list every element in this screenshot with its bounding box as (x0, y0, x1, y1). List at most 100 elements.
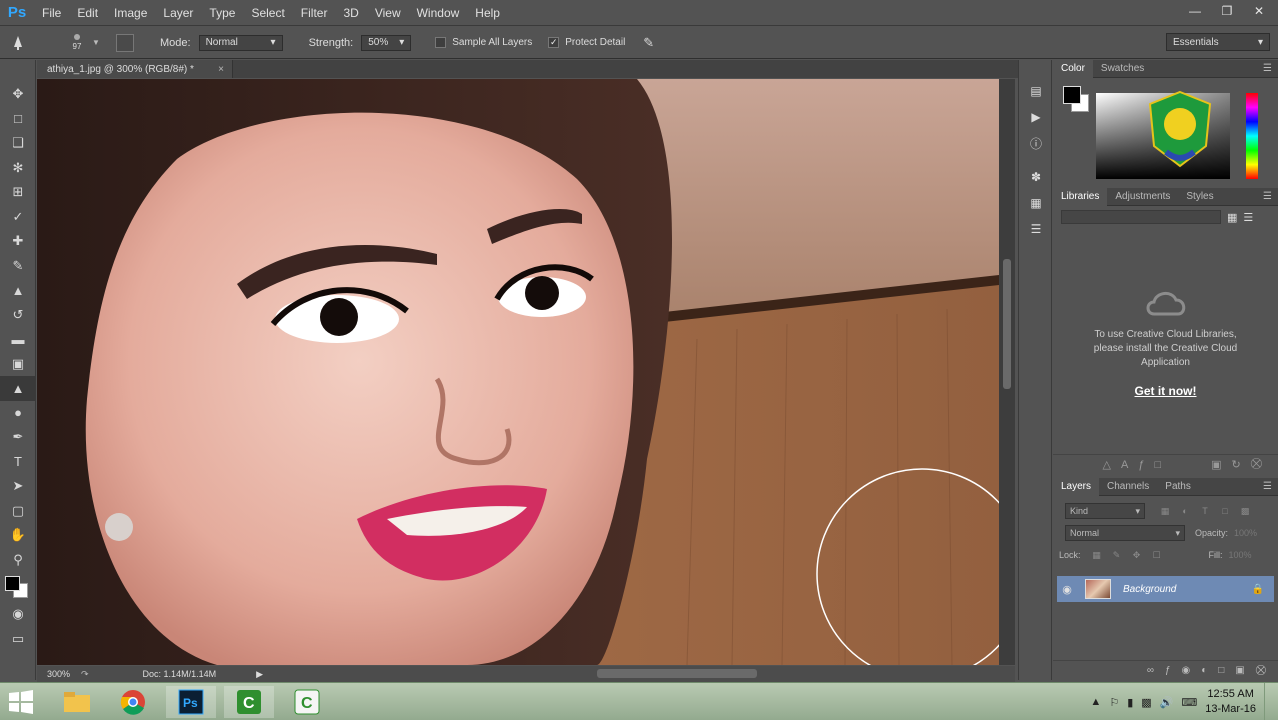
play-arrow-icon[interactable]: ▶ (256, 669, 263, 680)
grid-view-icon[interactable]: ▦ (1227, 211, 1237, 224)
zoom-level[interactable]: 300% (37, 669, 73, 679)
photoshop-taskbar-icon[interactable]: Ps (166, 686, 216, 718)
paragraph-icon[interactable]: ☰ (1019, 216, 1053, 242)
actions-icon[interactable]: ▶ (1019, 104, 1053, 130)
camtasia-icon[interactable]: C (224, 686, 274, 718)
trash-icon[interactable]: ⛒ (1251, 458, 1262, 471)
opacity-value[interactable]: 100% (1234, 528, 1257, 538)
new-group-icon[interactable]: □ (1218, 665, 1224, 676)
lock-position-icon[interactable]: ✥ (1131, 549, 1143, 561)
protect-detail-checkbox[interactable]: ✓ Protect Detail (548, 37, 625, 48)
clone-stamp-tool-icon[interactable]: ▲ (0, 278, 36, 303)
type-filter-icon[interactable]: T (1199, 505, 1211, 517)
brush-caret-icon[interactable]: ▼ (92, 38, 102, 47)
workspace-switcher[interactable]: Essentials ▾ (1166, 33, 1270, 51)
restore-icon[interactable]: ❐ (1216, 1, 1238, 21)
eyedropper-tool-icon[interactable]: ✓ (0, 205, 36, 230)
horizontal-scroll-thumb[interactable] (597, 669, 757, 678)
clock[interactable]: 12:55 AM 13-Mar-16 (1205, 687, 1256, 717)
document-tab[interactable]: athiya_1.jpg @ 300% (RGB/8#) * × (37, 60, 233, 78)
menu-window[interactable]: Window (409, 0, 468, 26)
quick-selection-tool-icon[interactable]: ✻ (0, 156, 36, 181)
brush-tool-icon[interactable]: ✎ (0, 254, 36, 279)
menu-select[interactable]: Select (243, 0, 292, 26)
rectangle-tool-icon[interactable]: ▢ (0, 499, 36, 524)
menu-3d[interactable]: 3D (335, 0, 366, 26)
crop-tool-icon[interactable]: ⊞ (0, 180, 36, 205)
history-icon[interactable]: ▤ (1019, 78, 1053, 104)
close-icon[interactable]: ✕ (1248, 1, 1270, 21)
eye-icon[interactable]: ◉ (1057, 583, 1077, 596)
clone-source-icon[interactable]: ▦ (1019, 190, 1053, 216)
camtasia-recorder-icon[interactable]: C (282, 686, 332, 718)
history-brush-tool-icon[interactable]: ↺ (0, 303, 36, 328)
path-selection-tool-icon[interactable]: ➤ (0, 474, 36, 499)
tab-styles[interactable]: Styles (1178, 188, 1221, 206)
link-layers-icon[interactable]: ∞ (1147, 665, 1154, 676)
lasso-tool-icon[interactable]: ❑ (0, 131, 36, 156)
strength-select[interactable]: 50% ▾ (361, 34, 412, 51)
foreground-color-swatch[interactable] (5, 576, 20, 591)
text-icon[interactable]: A (1121, 459, 1128, 471)
fx-icon[interactable]: ƒ (1138, 459, 1144, 471)
sharpen-tool-icon[interactable]: ▲ (0, 376, 36, 401)
share-icon[interactable]: ↷ (81, 669, 89, 680)
type-tool-icon[interactable]: T (0, 450, 36, 475)
lock-all-icon[interactable]: ☐ (1151, 549, 1163, 561)
square-icon[interactable]: □ (1154, 459, 1161, 471)
hue-slider[interactable] (1246, 93, 1258, 179)
screen-mode-icon[interactable]: ▭ (0, 627, 36, 652)
sharpen-tool-icon[interactable] (0, 35, 36, 51)
menu-filter[interactable]: Filter (293, 0, 336, 26)
chrome-icon[interactable] (108, 686, 158, 718)
add-icon[interactable]: ▣ (1211, 458, 1221, 471)
volume-icon[interactable]: 🔊 (1160, 696, 1174, 709)
eraser-tool-icon[interactable]: ▬ (0, 327, 36, 352)
trash-icon[interactable]: ⛒ (1256, 665, 1266, 676)
healing-brush-tool-icon[interactable]: ✚ (0, 229, 36, 254)
menu-help[interactable]: Help (467, 0, 508, 26)
get-it-now-link[interactable]: Get it now! (1135, 384, 1197, 398)
mode-select[interactable]: Normal ▾ (198, 34, 283, 51)
adjustment-filter-icon[interactable]: ◐ (1179, 505, 1191, 517)
brush-preset-picker[interactable]: 97 (62, 30, 92, 56)
tab-adjustments[interactable]: Adjustments (1107, 188, 1178, 206)
add-mask-icon[interactable]: ◉ (1182, 665, 1191, 676)
color-swatches[interactable] (0, 572, 36, 602)
tab-layers[interactable]: Layers (1053, 477, 1100, 496)
list-view-icon[interactable]: ☰ (1243, 211, 1253, 224)
brush-panel-toggle-icon[interactable] (116, 33, 134, 52)
network-icon[interactable]: ▩ (1141, 696, 1151, 709)
panel-menu-icon[interactable]: ☰ (1263, 63, 1272, 74)
menu-file[interactable]: File (34, 0, 69, 26)
tab-libraries[interactable]: Libraries (1053, 187, 1108, 206)
gradient-tool-icon[interactable]: ▣ (0, 352, 36, 377)
sync-icon[interactable]: ↻ (1232, 458, 1241, 471)
library-select[interactable] (1061, 210, 1221, 224)
hand-tool-icon[interactable]: ✋ (0, 523, 36, 548)
sample-all-layers-checkbox[interactable]: Sample All Layers (435, 37, 532, 48)
panel-menu-icon[interactable]: ☰ (1263, 191, 1272, 202)
menu-type[interactable]: Type (201, 0, 243, 26)
move-tool-icon[interactable]: ✥ (0, 82, 36, 107)
layer-row[interactable]: ◉ Background 🔒 (1057, 576, 1274, 602)
file-explorer-icon[interactable] (52, 686, 102, 718)
blend-mode-select[interactable]: Normal ▾ (1065, 525, 1185, 541)
pressure-brush-icon[interactable]: ✎ (643, 35, 654, 51)
shape-filter-icon[interactable]: □ (1219, 505, 1231, 517)
lock-transparent-icon[interactable]: ▦ (1091, 549, 1103, 561)
show-desktop-button[interactable] (1264, 683, 1270, 720)
battery-icon[interactable]: ▮ (1127, 696, 1133, 709)
tab-color[interactable]: Color (1053, 59, 1093, 78)
keyboard-icon[interactable]: ⌨ (1181, 696, 1197, 709)
fill-value[interactable]: 100% (1229, 550, 1252, 560)
tab-swatches[interactable]: Swatches (1093, 60, 1152, 78)
smart-object-filter-icon[interactable]: ▩ (1239, 505, 1251, 517)
link-icon[interactable]: △ (1103, 458, 1111, 471)
menu-edit[interactable]: Edit (69, 0, 106, 26)
pixel-filter-icon[interactable]: ▦ (1159, 505, 1171, 517)
layer-name[interactable]: Background (1123, 584, 1176, 595)
vertical-scroll-thumb[interactable] (1003, 259, 1011, 389)
foreground-color-swatch[interactable] (1063, 86, 1081, 104)
new-layer-icon[interactable]: ▣ (1235, 665, 1244, 676)
